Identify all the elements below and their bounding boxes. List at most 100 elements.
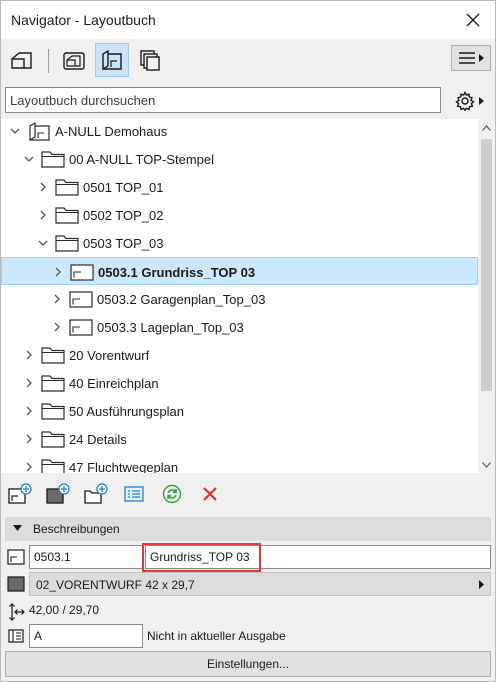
new-subset-button[interactable] [82,481,110,507]
tree-item-label: 24 Details [69,432,127,447]
folder-icon [55,178,79,199]
search-settings-button[interactable] [447,88,491,114]
toolbar-separator [48,49,49,73]
tree-item[interactable]: 0503 TOP_03 [1,229,478,257]
chevron-down-icon[interactable] [9,125,21,137]
chevron-down-icon[interactable] [23,153,35,165]
tree-item[interactable]: A-NULL Demohaus [1,119,478,145]
title-bar: Navigator - Layoutbuch [1,1,495,39]
tree-item-label: 20 Vorentwurf [69,348,150,363]
tree-item[interactable]: 0502 TOP_02 [1,201,478,229]
scroll-thumb[interactable] [481,139,492,391]
delete-icon [203,487,217,501]
folder-icon [41,374,65,395]
revision-status-text: Nicht in aktueller Ausgabe [147,629,286,643]
navigator-window: Navigator - Layoutbuch Layoutbuch durchs… [0,0,496,682]
tree-item-label: 0503.3 Lageplan_Top_03 [97,320,244,335]
layout-icon [69,318,93,339]
chevron-right-icon [479,580,484,589]
chevron-right-icon[interactable] [37,181,49,193]
new-layout-icon [8,483,32,504]
tree-item-label: 0503.2 Garagenplan_Top_03 [97,292,266,307]
scroll-up-button[interactable] [478,119,495,136]
view-map-icon [63,52,85,70]
chevron-right-icon[interactable] [23,433,35,445]
tree-item-label: 0501 TOP_01 [83,180,164,195]
tree-item[interactable]: 50 Ausführungsplan [1,397,478,425]
project-map-button[interactable] [5,43,39,77]
layoutbook-icon [27,121,51,145]
layout-id-field[interactable] [29,545,143,569]
tree-item[interactable]: 0501 TOP_01 [1,173,478,201]
chevron-right-icon [478,97,484,105]
chevron-down-icon[interactable] [37,237,49,249]
layout-book-button[interactable] [95,43,129,77]
folder-icon [41,150,65,171]
descriptions-panel-header[interactable]: Beschreibungen [5,517,491,541]
layout-icon [69,290,93,311]
tree-item[interactable]: 20 Vorentwurf [1,341,478,369]
publisher-sets-icon [140,50,160,71]
search-row [1,83,495,119]
layout-size-value: 42,00 / 29,70 [29,603,100,617]
tree-item[interactable]: 00 A-NULL TOP-Stempel [1,145,478,173]
refresh-icon [162,484,182,504]
master-layout-icon [7,576,25,592]
folder-icon [41,402,65,423]
chevron-right-icon[interactable] [23,405,35,417]
scroll-down-button[interactable] [478,456,495,473]
delete-button[interactable] [196,481,224,507]
close-icon [466,13,480,27]
revision-id-field[interactable] [29,624,143,648]
properties-button[interactable] [120,481,148,507]
tree-item-label: 00 A-NULL TOP-Stempel [69,152,214,167]
tree-item-label: 47 Fluchtwegeplan [69,460,179,473]
layout-icon [7,549,25,565]
chevron-right-icon[interactable] [23,377,35,389]
tree-item[interactable]: 40 Einreichplan [1,369,478,397]
tree-item[interactable]: 24 Details [1,425,478,453]
tree-item[interactable]: 0503.2 Garagenplan_Top_03 [1,285,478,313]
chevron-right-icon[interactable] [51,321,63,333]
new-master-layout-button[interactable] [44,481,72,507]
chevron-right-icon[interactable] [23,349,35,361]
chevron-right-icon[interactable] [51,293,63,305]
revision-icon [8,629,24,643]
tree-item-label: 0503.1 Grundriss_TOP 03 [98,265,256,280]
folder-icon [55,234,79,255]
options-menu-button[interactable] [451,45,491,71]
layout-icon [70,263,94,284]
project-map-icon [11,52,32,69]
layoutbook-icon [102,49,122,71]
hamburger-menu-icon [458,52,475,64]
folder-icon [41,346,65,367]
chevron-down-icon [482,461,491,468]
chevron-right-icon[interactable] [37,209,49,221]
new-layout-button[interactable] [6,481,34,507]
settings-button[interactable]: Einstellungen... [5,651,491,677]
action-bar [1,473,495,515]
tree-item[interactable]: 0503.1 Grundriss_TOP 03 [1,257,478,285]
publisher-sets-button[interactable] [133,43,167,77]
layout-name-field[interactable] [145,545,491,569]
chevron-right-icon[interactable] [52,266,64,278]
search-input[interactable] [5,87,441,113]
size-row: 42,00 / 29,70 [5,599,491,623]
folder-icon [55,206,79,227]
tree-scrollbar[interactable] [478,119,495,473]
view-map-button[interactable] [57,43,91,77]
tree-item[interactable]: 47 Fluchtwegeplan [1,453,478,473]
tree-item[interactable]: 0503.3 Lageplan_Top_03 [1,313,478,341]
layout-book-tree: A-NULL Demohaus 00 A-NULL TOP-Stempel 0501… [1,119,478,473]
id-name-row [5,545,491,569]
tree-item-label: 40 Einreichplan [69,376,159,391]
master-layout-value: 02_VORENTWURF 42 x 29,7 [36,578,195,592]
close-button[interactable] [459,7,487,33]
folder-icon [41,458,65,473]
master-layout-select[interactable]: 02_VORENTWURF 42 x 29,7 [29,572,491,596]
new-master-layout-icon [46,483,70,504]
update-button[interactable] [158,481,186,507]
chevron-right-icon[interactable] [23,461,35,473]
master-layout-row: 02_VORENTWURF 42 x 29,7 [5,572,491,596]
tree-item-label: 50 Ausführungsplan [69,404,184,419]
